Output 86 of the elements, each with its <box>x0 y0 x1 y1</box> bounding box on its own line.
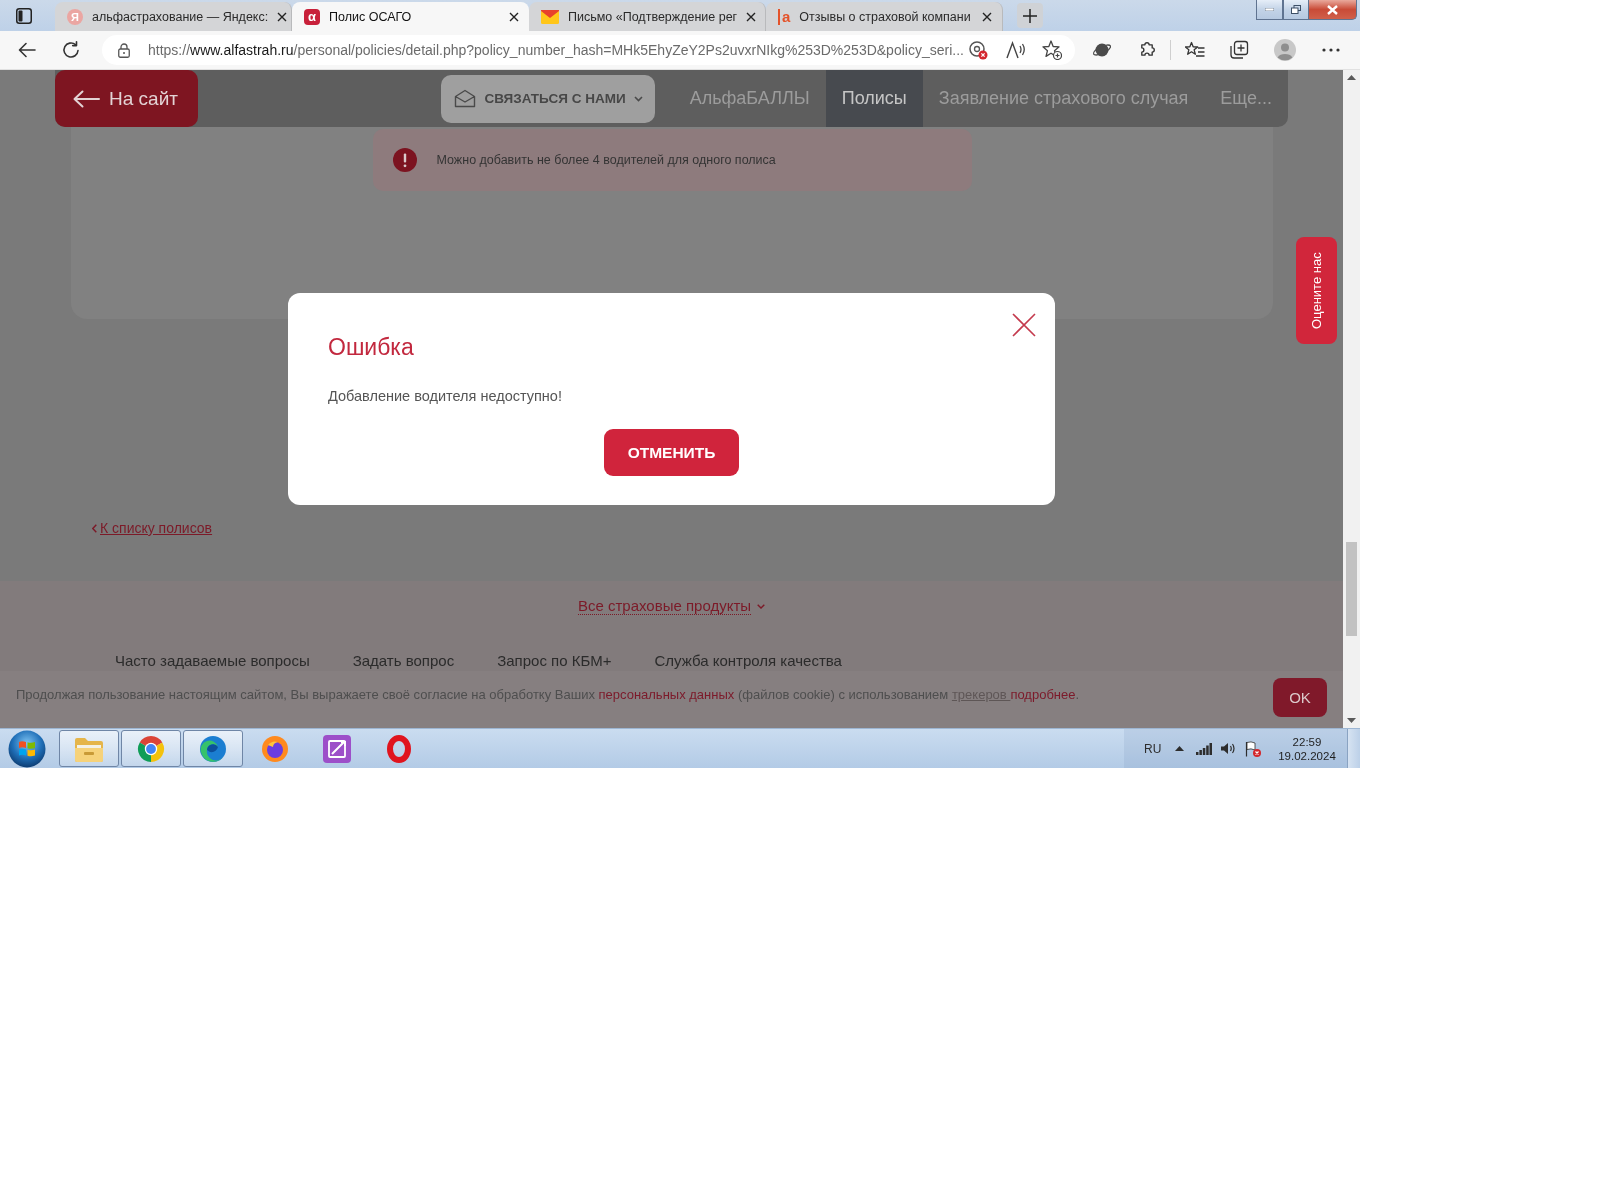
pen-tile-icon <box>323 734 351 763</box>
back-arrow-icon[interactable] <box>18 42 36 58</box>
star-plus-icon[interactable] <box>1042 40 1062 60</box>
plus-icon <box>1023 8 1037 23</box>
dialog-message: Добавление водителя недоступно! <box>328 387 562 406</box>
chevron-left-icon <box>92 523 97 533</box>
envelope-icon <box>454 89 477 108</box>
clock[interactable]: 22:59 19.02.2024 <box>1279 735 1335 762</box>
scrollbar[interactable] <box>1343 70 1360 728</box>
site-logo: Я <box>67 8 83 25</box>
url-text: https://www.alfastrah.ru/personal/policies/detail.php?policy_number_hash=MHk5EhyZeY2Ps2uvxrNIkg%253D%253D&policy_seri... <box>148 42 965 58</box>
taskbar-app-button[interactable] <box>59 730 119 767</box>
back-to-list-link[interactable]: К списку полисов <box>100 520 213 536</box>
close-icon[interactable] <box>277 11 288 22</box>
nav-tab[interactable]: Заявление страхового случая <box>922 70 1205 127</box>
restore-icon <box>1291 5 1301 14</box>
segmented-circle-icon <box>137 734 165 763</box>
avatar-icon[interactable] <box>1274 39 1296 61</box>
start-orb-icon[interactable] <box>8 729 46 768</box>
taskbar-app-button[interactable] <box>121 730 181 767</box>
arrow-left-icon <box>73 89 100 108</box>
chevron-down-icon <box>757 603 766 609</box>
browser-tab[interactable]: Я альфастрахование — Яндекс: <box>55 2 292 31</box>
ok-button[interactable]: OK <box>1273 678 1327 717</box>
tab-actions-icon[interactable] <box>16 7 32 24</box>
new-tab-button[interactable] <box>1017 3 1043 28</box>
footer-link[interactable]: Служба контроля качества <box>654 652 842 669</box>
products-link[interactable]: Все страховые продукты <box>577 597 752 615</box>
language-indicator[interactable]: RU <box>1144 741 1162 756</box>
scroll-down-icon[interactable] <box>1347 718 1356 723</box>
footer-link[interactable]: Запрос по КБМ+ <box>497 652 612 669</box>
taskbar-app-button[interactable] <box>183 730 243 767</box>
contact-button[interactable]: СВЯЗАТЬСЯ С НАМИ <box>441 74 655 123</box>
close-icon <box>1327 4 1338 15</box>
scroll-up-icon[interactable] <box>1347 75 1356 80</box>
collections-icon[interactable] <box>1229 40 1249 60</box>
footer-link[interactable]: Задать вопрос <box>352 652 455 669</box>
lock-icon <box>118 42 130 58</box>
chevron-down-icon <box>633 95 643 102</box>
inline-link[interactable]: персональных данных <box>598 687 735 702</box>
flag-icon[interactable] <box>1245 740 1261 757</box>
tab-title: Отзывы о страховой компани <box>799 9 972 24</box>
restore-button[interactable] <box>1283 0 1309 20</box>
exclamation-icon <box>392 148 417 172</box>
site-logo: a <box>778 8 791 25</box>
tab-title: Полис ОСАГО <box>329 9 413 24</box>
minimize-icon <box>1265 8 1274 11</box>
envelope-icon <box>541 9 559 24</box>
rate-us-tab[interactable]: Оцените нас <box>1296 237 1337 344</box>
speaker-icon[interactable] <box>1221 742 1236 755</box>
close-icon[interactable] <box>982 11 992 22</box>
flame-globe-icon <box>261 734 289 763</box>
tab-title: альфастрахование — Яндекс: <box>92 9 269 24</box>
cancel-button[interactable]: ОТМЕНИТЬ <box>604 429 739 476</box>
clock-time: 22:59 <box>1292 735 1322 748</box>
minimize-button[interactable] <box>1256 0 1283 20</box>
browser-tab[interactable]: a Отзывы о страховой компани <box>766 2 1003 31</box>
ring-with-x-icon[interactable] <box>968 40 988 60</box>
back-to-site-button[interactable]: На сайт <box>55 70 198 127</box>
ring-icon <box>387 734 411 763</box>
signal-icon[interactable] <box>1196 742 1212 755</box>
tab-title: Письмо «Подтверждение рег <box>568 9 738 24</box>
close-window-button[interactable] <box>1309 0 1357 20</box>
close-icon[interactable] <box>509 11 519 22</box>
swirl-icon <box>199 734 227 763</box>
puzzle-icon[interactable] <box>1139 42 1155 58</box>
site-logo: α <box>304 8 320 25</box>
browser-tab[interactable]: α Полис ОСАГО <box>292 2 529 31</box>
favorites-list-icon[interactable] <box>1185 41 1205 59</box>
read-aloud-icon[interactable] <box>1006 41 1026 59</box>
alert-text: Можно добавить не более 4 водителей для одного полиса <box>436 153 776 167</box>
inline-link[interactable]: подробнее <box>1010 687 1076 702</box>
close-icon[interactable] <box>746 11 757 22</box>
nav-tab[interactable]: Еще... <box>1204 70 1288 127</box>
more-icon[interactable] <box>1322 48 1340 52</box>
browser-tab[interactable]: Письмо «Подтверждение рег <box>529 2 766 31</box>
show-hidden-icon[interactable] <box>1175 746 1184 751</box>
address-field[interactable]: https://www.alfastrah.ru/personal/policies/detail.php?policy_number_hash=MHk5EhyZeY2Ps2uvxrNIkg%253D%253D&policy_seri... <box>102 35 1075 65</box>
nav-tab[interactable]: Полисы <box>825 70 923 127</box>
scrollbar-thumb[interactable] <box>1346 542 1357 636</box>
clock-date: 19.02.2024 <box>1278 749 1336 762</box>
footer-link[interactable]: Часто задаваемые вопросы <box>115 652 310 669</box>
nav-tab[interactable]: АльфаБАЛЛЫ <box>673 70 826 127</box>
folder-icon <box>74 735 104 762</box>
dialog-title: Ошибка <box>328 333 414 361</box>
refresh-icon[interactable] <box>62 41 80 59</box>
